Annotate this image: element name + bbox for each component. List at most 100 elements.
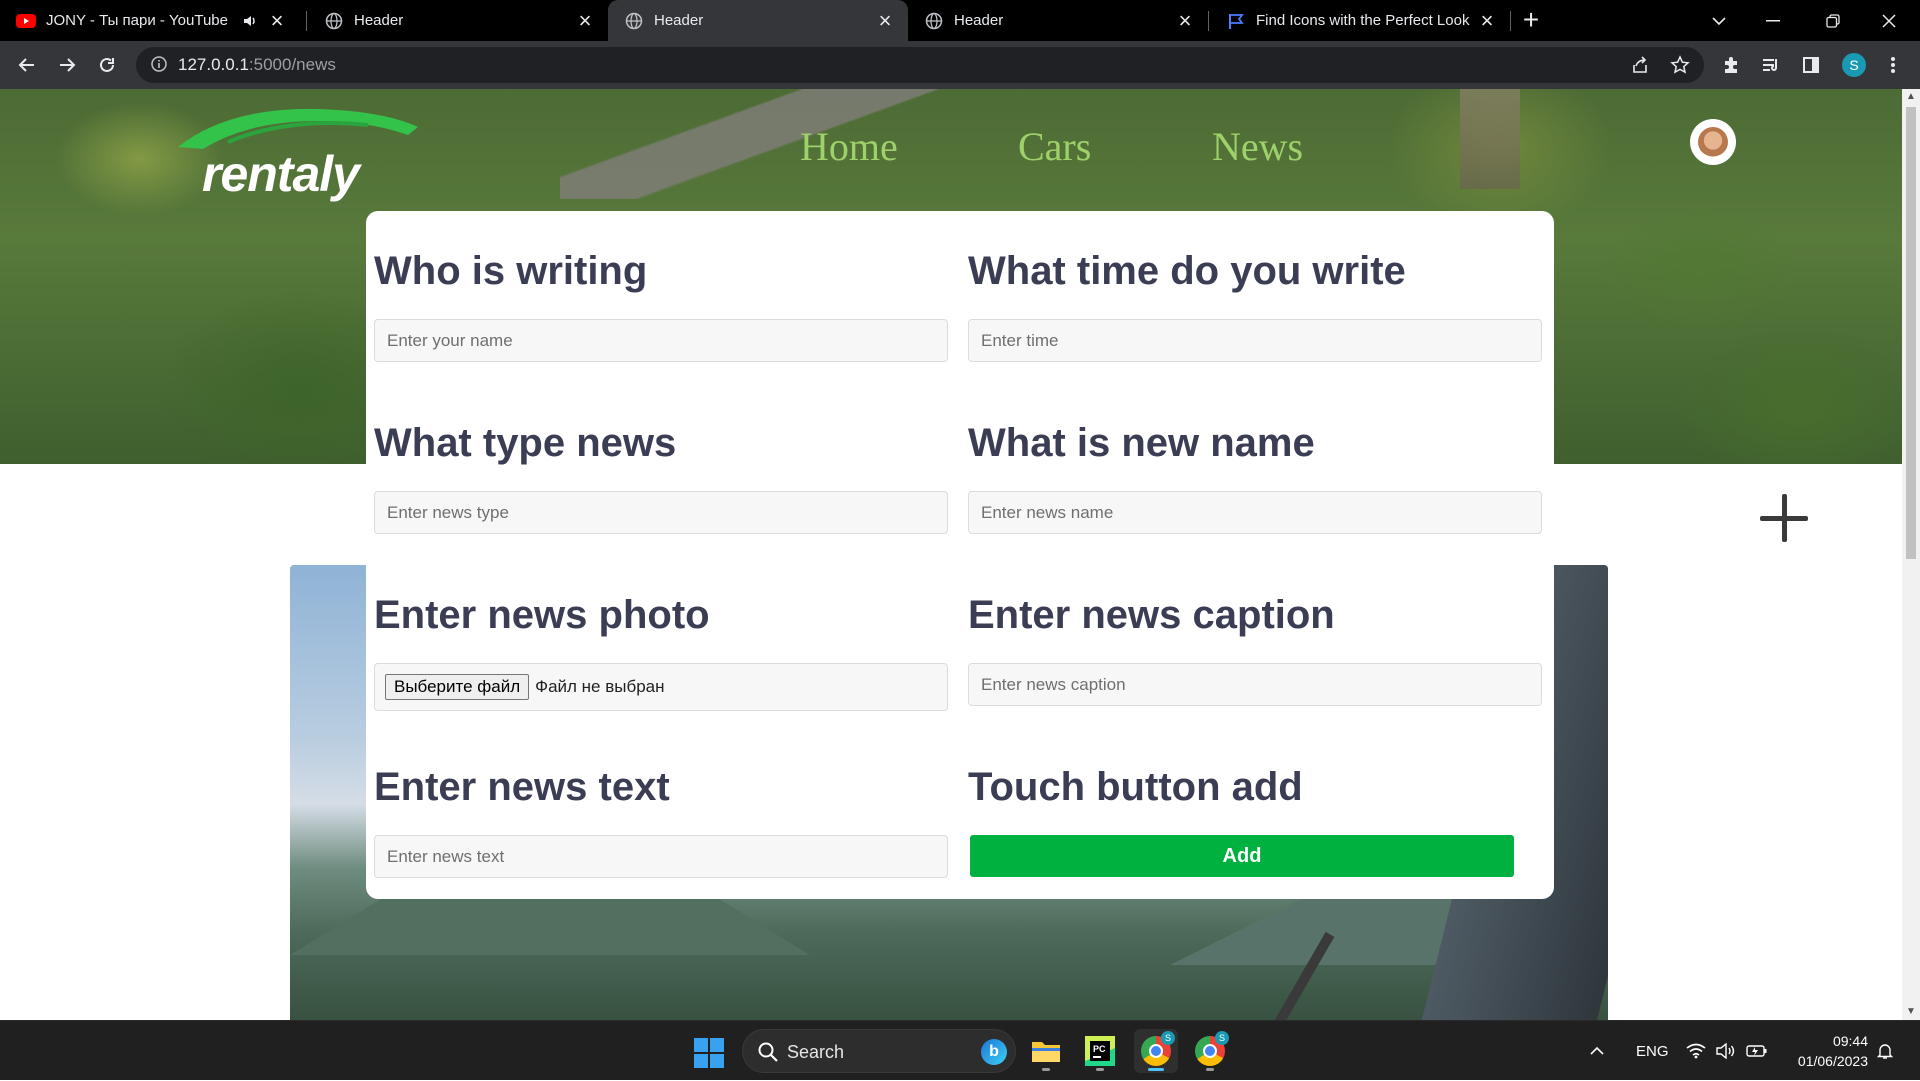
running-indicator: [1042, 1068, 1050, 1071]
author-field: Who is writing: [374, 249, 948, 362]
chrome-app[interactable]: S: [1188, 1029, 1232, 1073]
close-icon[interactable]: ×: [1172, 8, 1198, 34]
tab-search-icon[interactable]: [1694, 0, 1744, 41]
tab-divider: [306, 11, 307, 31]
news-text-field: Enter news text: [374, 765, 948, 878]
window-close-icon[interactable]: [1864, 0, 1914, 41]
add-button[interactable]: Add: [970, 835, 1514, 877]
news-text-input[interactable]: [374, 835, 948, 878]
field-heading: Enter news text: [374, 765, 670, 809]
scroll-up-icon[interactable]: ▲: [1906, 92, 1916, 102]
flag-icon: [1226, 11, 1246, 31]
field-heading: What time do you write: [968, 249, 1406, 293]
close-icon[interactable]: ×: [1474, 8, 1500, 34]
minimize-icon[interactable]: [1748, 0, 1798, 41]
tab-find-icons[interactable]: Find Icons with the Perfect Look ×: [1210, 0, 1510, 41]
tab-title: Find Icons with the Perfect Look: [1256, 12, 1470, 29]
add-field: Touch button add Add: [968, 765, 1542, 877]
notification-icon[interactable]: [1876, 1021, 1894, 1081]
wifi-icon[interactable]: [1686, 1021, 1706, 1081]
windows-start-icon[interactable]: [694, 1038, 724, 1068]
news-caption-input[interactable]: [968, 663, 1542, 706]
media-queue-icon[interactable]: [1756, 50, 1786, 80]
field-heading: What is new name: [968, 421, 1315, 465]
profile-badge: S: [1161, 1031, 1175, 1045]
nav-link-news[interactable]: News: [1212, 123, 1303, 170]
new-tab-button[interactable]: +: [1516, 4, 1546, 35]
share-icon[interactable]: [1630, 55, 1650, 80]
bookmark-star-icon[interactable]: [1670, 55, 1690, 80]
folder-icon: [1032, 1042, 1060, 1062]
scrollbar-thumb[interactable]: [1906, 107, 1916, 559]
speaker-icon[interactable]: [242, 13, 258, 29]
tab-title: Header: [654, 12, 704, 29]
field-heading: Who is writing: [374, 249, 648, 293]
running-indicator: [1206, 1068, 1214, 1071]
profile-badge: S: [1215, 1031, 1229, 1045]
file-picker: Выберите файл Файл не выбран: [374, 663, 948, 711]
pycharm-icon: PC: [1085, 1036, 1115, 1066]
field-heading: What type news: [374, 421, 677, 465]
time-field: What time do you write: [968, 249, 1542, 362]
logo-text: rentaly: [202, 146, 360, 202]
tab-title: JONY - Ты пари - YouTube: [46, 12, 228, 29]
news-type-input[interactable]: [374, 491, 948, 534]
user-avatar[interactable]: [1690, 119, 1736, 165]
field-heading: Touch button add: [968, 765, 1303, 809]
nav-link-cars[interactable]: Cars: [1018, 123, 1091, 170]
nav-link-home[interactable]: Home: [800, 123, 898, 170]
extensions-icon[interactable]: [1716, 50, 1746, 80]
tab-header-3[interactable]: Header ×: [908, 0, 1208, 41]
site-logo[interactable]: rentaly: [160, 97, 420, 207]
side-panel-icon[interactable]: [1796, 50, 1826, 80]
hero-path: [1460, 89, 1520, 189]
page-scrollbar[interactable]: ▲ ▼: [1902, 89, 1920, 1020]
plus-icon[interactable]: [1758, 492, 1810, 544]
tab-divider: [1208, 11, 1209, 31]
field-heading: Enter news caption: [968, 593, 1335, 637]
tray-overflow-icon[interactable]: [1590, 1021, 1604, 1081]
close-icon[interactable]: ×: [264, 8, 290, 34]
choose-file-button[interactable]: Выберите файл: [385, 674, 530, 700]
bing-icon[interactable]: b: [981, 1039, 1007, 1065]
close-icon[interactable]: ×: [872, 8, 898, 34]
forward-icon[interactable]: [52, 50, 82, 80]
time-input[interactable]: [968, 319, 1542, 362]
tab-header-1[interactable]: Header ×: [308, 0, 608, 41]
author-input[interactable]: [374, 319, 948, 362]
reload-icon[interactable]: [92, 50, 122, 80]
restore-icon[interactable]: [1808, 0, 1858, 41]
add-news-form: Who is writing What time do you write Wh…: [366, 211, 1554, 899]
tab-title: Header: [954, 12, 1004, 29]
close-icon[interactable]: ×: [572, 8, 598, 34]
chrome-menu-icon[interactable]: [1878, 50, 1908, 80]
news-name-input[interactable]: [968, 491, 1542, 534]
language-indicator[interactable]: ENG: [1636, 1021, 1669, 1081]
clock-date: 01/06/2023: [1797, 1053, 1868, 1069]
running-indicator: [1096, 1068, 1104, 1071]
svg-text:PC: PC: [1093, 1044, 1106, 1054]
url-text[interactable]: 127.0.0.1:5000/news: [178, 55, 336, 75]
volume-icon[interactable]: [1716, 1021, 1736, 1081]
profile-avatar[interactable]: S: [1842, 53, 1866, 77]
file-explorer-app[interactable]: [1024, 1029, 1068, 1073]
browser-tab-strip: JONY - Ты пари - YouTube × Header × Head…: [0, 0, 1920, 41]
clock-time: 09:44: [1832, 1033, 1868, 1049]
pycharm-app[interactable]: PC: [1078, 1029, 1122, 1073]
url-path: :5000/news: [248, 55, 336, 74]
tab-divider: [1510, 11, 1511, 31]
system-clock[interactable]: 09:44 01/06/2023: [1784, 1031, 1868, 1071]
scroll-down-icon[interactable]: ▼: [1906, 1007, 1916, 1017]
address-bar[interactable]: 127.0.0.1:5000/news: [136, 47, 1704, 83]
tab-header-active[interactable]: Header ×: [608, 0, 908, 41]
back-icon[interactable]: [12, 50, 42, 80]
news-photo-field: Enter news photo Выберите файл Файл не в…: [374, 593, 948, 711]
site-info-icon[interactable]: [150, 55, 170, 75]
tab-youtube[interactable]: JONY - Ты пари - YouTube ×: [0, 0, 300, 41]
url-host: 127.0.0.1: [178, 55, 249, 74]
chrome-app-active[interactable]: S: [1134, 1029, 1178, 1073]
battery-icon[interactable]: [1746, 1021, 1768, 1081]
news-name-field: What is new name: [968, 421, 1542, 534]
taskbar-search[interactable]: Search b: [742, 1029, 1016, 1073]
news-caption-field: Enter news caption: [968, 593, 1542, 706]
